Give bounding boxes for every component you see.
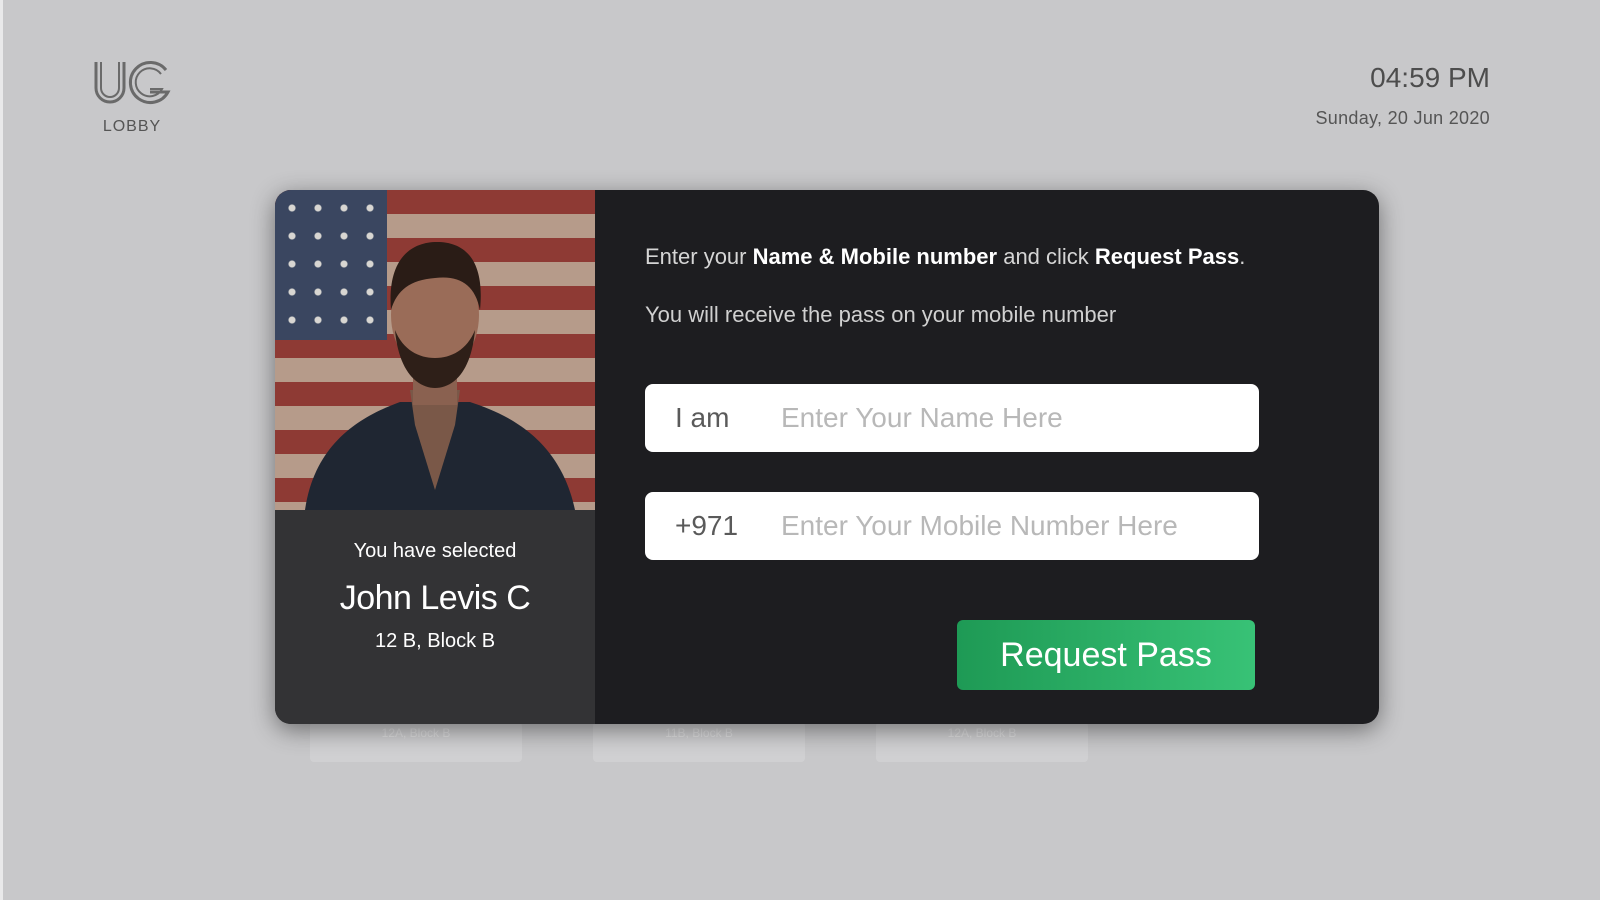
mobile-input[interactable] <box>781 492 1241 560</box>
background-unit-label: 12A, Block B <box>381 726 451 740</box>
name-input[interactable] <box>781 384 1241 452</box>
instruction-emphasis: Request Pass <box>1094 244 1240 269</box>
mobile-field[interactable]: +971 <box>645 492 1259 560</box>
resident-unit: 12 B, Block B <box>374 630 496 652</box>
name-prefix-label: I am <box>675 402 730 433</box>
background-unit-card: 11B, Block B <box>593 722 805 762</box>
ug-logo-icon <box>94 61 171 105</box>
request-pass-dialog: You have selected John Levis C 12 B, Blo… <box>275 190 1379 724</box>
person-silhouette <box>305 242 575 510</box>
resident-name: John Levis C <box>339 579 531 617</box>
selection-label: You have selected <box>353 540 517 562</box>
background-unit-card: 12A, Block B <box>310 722 522 762</box>
instruction-emphasis: Name & Mobile number <box>752 244 998 269</box>
clock-date: Sunday, 20 Jun 2020 <box>1315 108 1490 128</box>
brand-logo: LOBBY <box>86 58 178 136</box>
brand-subtitle: LOBBY <box>102 118 162 135</box>
form-instruction: Enter your Name & Mobile number and clic… <box>645 244 1245 270</box>
background-unit-label: 12A, Block B <box>947 726 1017 740</box>
background-unit-card: 12A, Block B <box>876 722 1088 762</box>
instruction-text: Enter your <box>645 244 753 269</box>
resident-photo <box>275 190 595 510</box>
instruction-text: and click <box>997 244 1095 269</box>
clock: 04:59 PM Sunday, 20 Jun 2020 <box>1315 62 1490 129</box>
clock-time: 04:59 PM <box>1370 62 1490 93</box>
selection-details: You have selected John Levis C 12 B, Blo… <box>275 540 595 653</box>
request-pass-button[interactable]: Request Pass <box>957 620 1255 690</box>
form-note: You will receive the pass on your mobile… <box>645 302 1117 327</box>
screen-edge <box>0 0 3 900</box>
pass-request-form: Enter your Name & Mobile number and clic… <box>645 190 1345 724</box>
background-unit-label: 11B, Block B <box>665 726 733 740</box>
instruction-text: . <box>1239 244 1246 269</box>
country-code-label: +971 <box>675 510 739 541</box>
name-field[interactable]: I am <box>645 384 1259 452</box>
selected-resident-panel: You have selected John Levis C 12 B, Blo… <box>275 190 595 724</box>
